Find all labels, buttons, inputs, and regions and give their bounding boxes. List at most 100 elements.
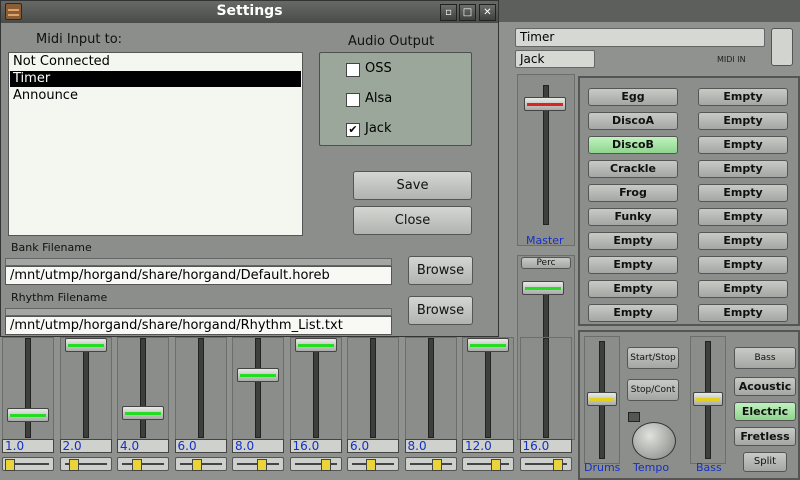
drawbar-fine-slider[interactable] bbox=[174, 457, 227, 471]
close-button[interactable]: Close bbox=[353, 206, 472, 235]
drawbar-value-label: 8.0 bbox=[232, 439, 284, 453]
jack-label: Jack bbox=[365, 121, 392, 136]
drawbar-fine-slider[interactable] bbox=[59, 457, 112, 471]
drawbar-slider-knob[interactable] bbox=[7, 408, 49, 422]
fine-slider-thumb[interactable] bbox=[68, 459, 79, 471]
fine-slider-thumb[interactable] bbox=[552, 459, 563, 471]
oss-checkbox[interactable] bbox=[346, 63, 360, 77]
rhythm-led-icon bbox=[628, 412, 640, 422]
close-icon[interactable]: ✕ bbox=[479, 4, 496, 21]
drawbar-strip-4 bbox=[174, 337, 227, 447]
rhythm-browse-button[interactable]: Browse bbox=[408, 296, 473, 325]
drawbar-slider-knob[interactable] bbox=[122, 406, 164, 420]
alsa-checkbox[interactable] bbox=[346, 93, 360, 107]
drawbar-slider-knob[interactable] bbox=[64, 338, 107, 352]
preset-button-right-4[interactable]: Empty bbox=[698, 160, 788, 178]
perc-slider-knob[interactable] bbox=[522, 281, 564, 295]
drawbar-strip-1 bbox=[2, 337, 54, 447]
preset-button-right-3[interactable]: Empty bbox=[698, 136, 788, 154]
maximize-icon[interactable]: □ bbox=[459, 4, 476, 21]
drawbar-fine-slider[interactable] bbox=[117, 457, 169, 471]
drawbar-slider-track bbox=[542, 338, 549, 438]
drawbar-fine-slider[interactable] bbox=[232, 457, 284, 471]
master-slider-knob[interactable] bbox=[524, 97, 566, 111]
preset-button-left-6[interactable]: Funky bbox=[588, 208, 678, 226]
fine-slider-groove bbox=[409, 463, 452, 465]
bass-fretless-button[interactable]: Fretless bbox=[734, 427, 796, 446]
minimize-icon[interactable]: ▫ bbox=[440, 4, 457, 21]
bass-acoustic-button[interactable]: Acoustic bbox=[734, 377, 796, 396]
preset-button-right-8[interactable]: Empty bbox=[698, 256, 788, 274]
drawbar-value-label: 8.0 bbox=[404, 439, 457, 453]
audio-output-label: Audio Output bbox=[348, 34, 435, 49]
rhythm-filename-input[interactable]: /mnt/utmp/horgand/share/horgand/Rhythm_L… bbox=[5, 316, 392, 335]
midi-input-label: Midi Input to: bbox=[36, 32, 123, 47]
dialog-titlebar[interactable]: Settings ▫ □ ✕ bbox=[1, 1, 498, 23]
preset-button-left-5[interactable]: Frog bbox=[588, 184, 678, 202]
rhythm-segment-bar bbox=[5, 308, 392, 316]
drawbar-value-label: 6.0 bbox=[347, 439, 399, 453]
preset-button-left-7[interactable]: Empty bbox=[588, 232, 678, 250]
bass-slider-knob[interactable] bbox=[693, 392, 723, 406]
drawbar-slider-knob[interactable] bbox=[467, 338, 509, 352]
bank-segment-bar bbox=[5, 258, 392, 266]
fine-slider-thumb[interactable] bbox=[320, 459, 331, 471]
fine-slider-thumb[interactable] bbox=[191, 459, 202, 471]
audio-driver-field: Jack bbox=[515, 50, 595, 68]
preset-button-left-10[interactable]: Empty bbox=[588, 304, 678, 322]
fine-slider-thumb[interactable] bbox=[491, 459, 501, 471]
drawbar-slider-track bbox=[370, 338, 376, 438]
preset-button-right-6[interactable]: Empty bbox=[698, 208, 788, 226]
bank-browse-button[interactable]: Browse bbox=[408, 256, 473, 285]
preset-button-right-7[interactable]: Empty bbox=[698, 232, 788, 250]
preset-button-right-2[interactable]: Empty bbox=[698, 112, 788, 130]
drawbar-slider-knob[interactable] bbox=[237, 368, 279, 382]
drawbar-slider-track bbox=[312, 338, 319, 438]
preset-button-left-9[interactable]: Empty bbox=[588, 280, 678, 298]
drawbar-fine-slider[interactable] bbox=[289, 457, 342, 471]
perc-button[interactable]: Perc bbox=[521, 257, 571, 269]
drawbar-fine-slider[interactable] bbox=[519, 457, 572, 471]
midi-in-indicator bbox=[771, 28, 793, 66]
drawbar-fine-slider[interactable] bbox=[347, 457, 399, 471]
fine-slider-thumb[interactable] bbox=[431, 459, 442, 471]
midi-input-list[interactable]: Not Connected Timer Announce bbox=[8, 52, 303, 236]
preset-button-left-3[interactable]: DiscoB bbox=[588, 136, 678, 154]
start-stop-button[interactable]: Start/Stop bbox=[627, 347, 679, 369]
bank-filename-input[interactable]: /mnt/utmp/horgand/share/horgand/Default.… bbox=[5, 266, 392, 285]
dialog-title: Settings bbox=[216, 3, 283, 19]
preset-button-left-1[interactable]: Egg bbox=[588, 88, 678, 106]
stop-cont-button[interactable]: Stop/Cont bbox=[627, 379, 679, 401]
split-button[interactable]: Split bbox=[743, 452, 787, 472]
audio-output-group: OSS Alsa ✔ Jack bbox=[319, 52, 472, 146]
drawbar-slider-knob[interactable] bbox=[294, 338, 337, 352]
fine-slider-groove bbox=[122, 463, 164, 465]
fine-slider-thumb[interactable] bbox=[5, 459, 15, 471]
fine-slider-thumb[interactable] bbox=[132, 459, 142, 471]
preset-button-left-8[interactable]: Empty bbox=[588, 256, 678, 274]
fine-slider-thumb[interactable] bbox=[257, 459, 267, 471]
drawbar-fine-slider[interactable] bbox=[2, 457, 54, 471]
list-item-timer[interactable]: Timer bbox=[10, 71, 301, 87]
drums-slider-knob[interactable] bbox=[587, 392, 617, 406]
instrument-name-field[interactable]: Timer bbox=[515, 28, 765, 47]
tempo-knob[interactable] bbox=[632, 422, 676, 460]
drawbar-fine-slider[interactable] bbox=[462, 457, 514, 471]
fine-slider-groove bbox=[467, 463, 509, 465]
save-button[interactable]: Save bbox=[353, 171, 472, 200]
preset-button-right-10[interactable]: Empty bbox=[698, 304, 788, 322]
list-item-not-connected[interactable]: Not Connected bbox=[10, 54, 301, 70]
drawbar-fine-slider[interactable] bbox=[404, 457, 457, 471]
preset-button-left-4[interactable]: Crackle bbox=[588, 160, 678, 178]
preset-button-left-2[interactable]: DiscoA bbox=[588, 112, 678, 130]
preset-button-right-9[interactable]: Empty bbox=[698, 280, 788, 298]
bass-electric-button[interactable]: Electric bbox=[734, 402, 796, 421]
preset-button-right-1[interactable]: Empty bbox=[698, 88, 788, 106]
fine-slider-thumb[interactable] bbox=[366, 459, 376, 471]
drawbar-slider-track bbox=[255, 338, 261, 438]
bass-label: Bass bbox=[696, 461, 722, 474]
list-item-announce[interactable]: Announce bbox=[10, 88, 301, 104]
settings-dialog: Settings ▫ □ ✕ Midi Input to: Not Connec… bbox=[0, 0, 499, 337]
preset-button-right-5[interactable]: Empty bbox=[698, 184, 788, 202]
jack-checkbox[interactable]: ✔ bbox=[346, 123, 360, 137]
